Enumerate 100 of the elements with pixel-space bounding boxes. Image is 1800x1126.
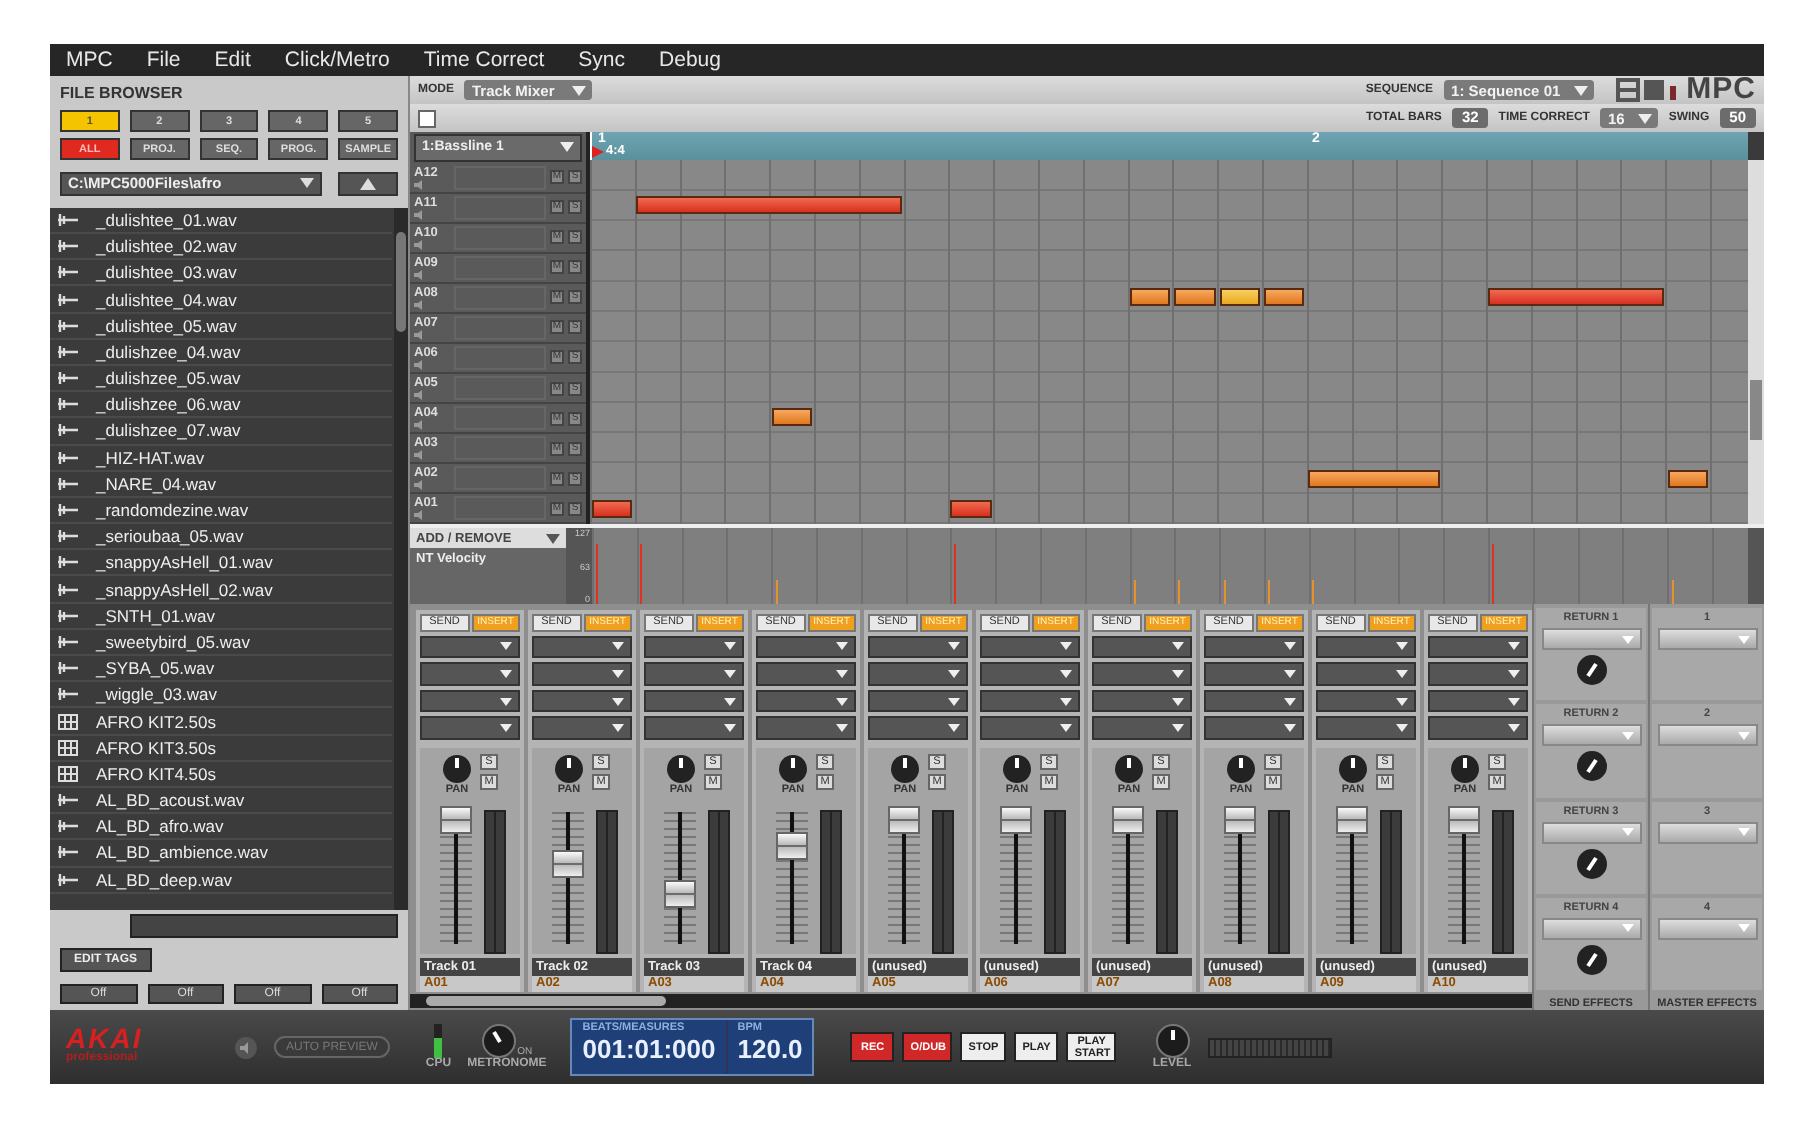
list-row[interactable]: _dulishtee_05.wav — [50, 313, 392, 340]
effect-slot-dropdown[interactable] — [644, 662, 744, 686]
pan-knob[interactable] — [442, 754, 472, 784]
menu-item[interactable]: Edit — [214, 48, 251, 72]
menu-item[interactable]: Debug — [659, 48, 721, 72]
effect-slot-dropdown[interactable] — [980, 662, 1080, 686]
menu-item[interactable]: Sync — [578, 48, 626, 72]
effect-slot-dropdown[interactable] — [1428, 662, 1528, 686]
effect-slot-dropdown[interactable] — [1428, 635, 1528, 659]
list-row[interactable]: _wiggle_03.wav — [50, 682, 392, 709]
note-block[interactable] — [636, 196, 902, 215]
list-row[interactable]: _dulishzee_07.wav — [50, 418, 392, 446]
effect-slot-dropdown[interactable] — [420, 716, 520, 740]
list-row[interactable]: _dulishtee_01.wav — [50, 207, 392, 235]
effect-slot-dropdown[interactable] — [420, 689, 520, 713]
effect-slot-dropdown[interactable] — [644, 716, 744, 740]
effect-slot-dropdown[interactable] — [532, 662, 632, 686]
effect-slot-dropdown[interactable] — [1316, 716, 1416, 740]
note-block[interactable] — [1129, 287, 1171, 306]
effect-dropdown[interactable] — [1657, 821, 1757, 843]
effect-slot-dropdown[interactable] — [980, 689, 1080, 713]
pan-knob[interactable] — [1450, 754, 1480, 784]
list-row[interactable]: _dulishzee_05.wav — [50, 365, 392, 393]
note-block[interactable] — [1264, 287, 1305, 306]
list-row[interactable]: _dulishzee_06.wav — [50, 392, 392, 419]
effect-slot-dropdown[interactable] — [980, 635, 1080, 659]
effect-slot-dropdown[interactable] — [420, 662, 520, 686]
list-row[interactable]: _sweetybird_05.wav — [50, 629, 392, 657]
list-row[interactable]: _SYBA_05.wav — [50, 656, 392, 683]
note-block[interactable] — [1174, 287, 1216, 306]
return-level-knob[interactable] — [1575, 654, 1607, 686]
effect-slot-dropdown[interactable] — [1316, 689, 1416, 713]
list-row[interactable]: AL_BD_afro.wav — [50, 814, 392, 841]
note-block[interactable] — [950, 499, 992, 518]
list-row[interactable]: _dulishzee_04.wav — [50, 339, 392, 366]
pan-knob[interactable] — [1226, 754, 1256, 784]
scrollbar[interactable] — [1748, 160, 1764, 524]
effect-slot-dropdown[interactable] — [980, 716, 1080, 740]
effect-slot-dropdown[interactable] — [532, 689, 632, 713]
pan-knob[interactable] — [890, 754, 920, 784]
note-block[interactable] — [1219, 287, 1260, 306]
speaker-icon[interactable] — [234, 1035, 258, 1059]
effect-slot-dropdown[interactable] — [868, 689, 968, 713]
effect-slot-dropdown[interactable] — [1204, 662, 1304, 686]
note-block[interactable] — [771, 408, 812, 427]
tag-field[interactable] — [130, 914, 398, 939]
note-block[interactable] — [592, 499, 633, 518]
list-row[interactable]: _randomdezine.wav — [50, 497, 392, 525]
pan-knob[interactable] — [554, 754, 584, 784]
list-row[interactable]: AL_BD_ambience.wav — [50, 840, 392, 868]
pan-knob[interactable] — [1114, 754, 1144, 784]
effect-slot-dropdown[interactable] — [1428, 689, 1528, 713]
list-row[interactable]: _NARE_04.wav — [50, 471, 392, 498]
list-row[interactable]: AFRO KIT4.50s — [50, 761, 392, 788]
note-block[interactable] — [1308, 469, 1440, 488]
pan-knob[interactable] — [1338, 754, 1368, 784]
scrollbar[interactable] — [410, 994, 1532, 1008]
pan-knob[interactable] — [666, 754, 696, 784]
list-row[interactable]: _SNTH_01.wav — [50, 603, 392, 630]
effect-slot-dropdown[interactable] — [1428, 716, 1528, 740]
list-row[interactable]: AL_BD_acoust.wav — [50, 787, 392, 815]
effect-slot-dropdown[interactable] — [756, 635, 856, 659]
effect-slot-dropdown[interactable] — [532, 635, 632, 659]
effect-slot-dropdown[interactable] — [868, 662, 968, 686]
list-row[interactable]: _serioubaa_05.wav — [50, 524, 392, 551]
note-block[interactable] — [1667, 469, 1708, 488]
list-row[interactable]: _HIZ-HAT.wav — [50, 445, 392, 472]
menu-item[interactable]: Click/Metro — [284, 48, 390, 72]
list-row[interactable]: AFRO KIT3.50s — [50, 735, 392, 762]
effect-slot-dropdown[interactable] — [1316, 635, 1416, 659]
effect-slot-dropdown[interactable] — [868, 635, 968, 659]
effect-slot-dropdown[interactable] — [868, 716, 968, 740]
effect-slot-dropdown[interactable] — [1204, 716, 1304, 740]
list-row[interactable]: _dulishtee_04.wav — [50, 286, 392, 314]
menu-item[interactable]: Time Correct — [423, 48, 545, 72]
menu-item[interactable]: File — [146, 48, 181, 72]
effect-dropdown[interactable] — [1657, 724, 1757, 747]
list-row[interactable]: _dulishtee_03.wav — [50, 260, 392, 287]
return-level-knob[interactable] — [1575, 750, 1607, 783]
metronome-knob[interactable] — [481, 1024, 516, 1058]
effect-slot-dropdown[interactable] — [756, 662, 856, 686]
effect-slot-dropdown[interactable] — [420, 635, 520, 659]
effect-slot-dropdown[interactable] — [1204, 689, 1304, 713]
effect-slot-dropdown[interactable] — [756, 716, 856, 740]
list-row[interactable]: _dulishtee_02.wav — [50, 234, 392, 261]
effect-slot-dropdown[interactable] — [1204, 635, 1304, 659]
return-level-knob[interactable] — [1575, 847, 1607, 879]
up-folder-button[interactable] — [338, 172, 398, 196]
effect-slot-dropdown[interactable] — [644, 635, 744, 659]
pan-knob[interactable] — [1002, 754, 1032, 784]
effect-slot-dropdown[interactable] — [756, 689, 856, 713]
effect-dropdown[interactable] — [1657, 628, 1757, 650]
effect-dropdown[interactable] — [1657, 917, 1757, 940]
list-row[interactable]: AL_BD_deep.wav — [50, 867, 392, 894]
pan-knob[interactable] — [778, 754, 808, 784]
select-box-icon[interactable] — [418, 109, 436, 127]
effect-slot-dropdown[interactable] — [1092, 716, 1192, 740]
return-level-knob[interactable] — [1575, 943, 1607, 976]
level-knob[interactable] — [1155, 1024, 1190, 1058]
list-row[interactable]: AFRO KIT2.50s — [50, 708, 392, 736]
